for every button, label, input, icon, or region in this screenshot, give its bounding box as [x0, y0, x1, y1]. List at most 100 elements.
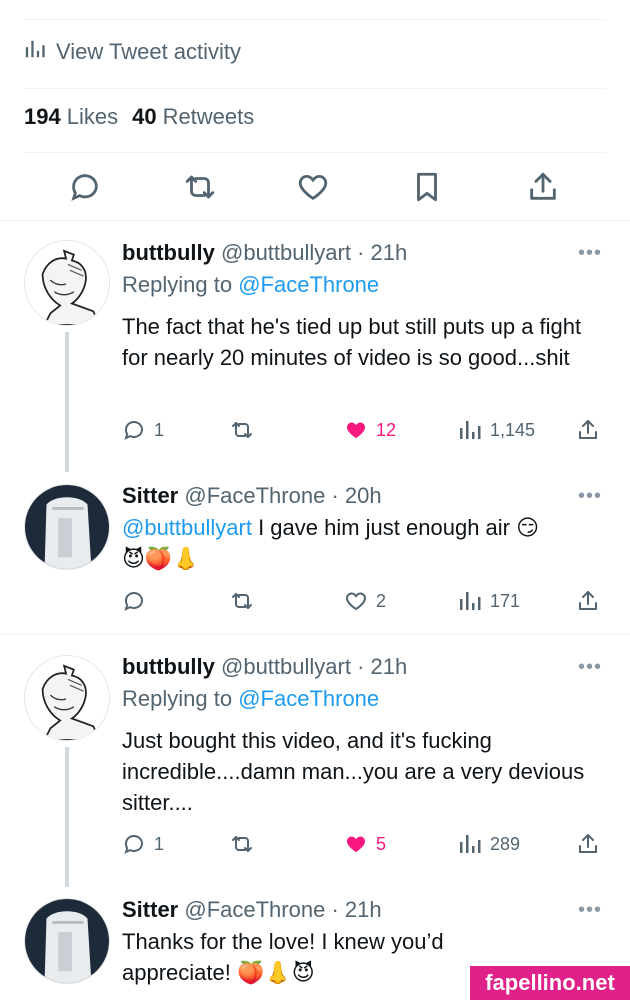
reply-icon	[124, 835, 143, 854]
display-name[interactable]: Sitter	[122, 897, 178, 922]
thread-line	[65, 747, 69, 887]
like-count: 5	[376, 833, 387, 854]
divider	[0, 220, 630, 221]
tweet-text: Just bought this video, and it's fucking…	[122, 728, 585, 815]
view-tweet-activity-link[interactable]: View Tweet activity	[24, 34, 241, 70]
avatar[interactable]	[24, 240, 110, 326]
retweet-button[interactable]	[230, 586, 254, 616]
heart-filled-icon	[346, 836, 366, 852]
thread-line	[65, 332, 69, 472]
retweet-icon	[232, 422, 252, 438]
likes-stat[interactable]: 194 Likes	[24, 104, 118, 130]
user-handle[interactable]: @buttbullyart	[221, 240, 351, 265]
divider	[24, 88, 606, 89]
views-button[interactable]: 289	[458, 829, 520, 859]
likes-label: Likes	[66, 104, 119, 129]
view-count: 1,145	[490, 419, 536, 440]
more-options-icon[interactable]: •••	[578, 242, 602, 265]
tweet-header: buttbully @buttbullyart · 21h	[122, 654, 407, 680]
like-button[interactable]: 2	[344, 586, 386, 616]
user-handle[interactable]: @buttbullyart	[221, 654, 351, 679]
reply-icon[interactable]	[68, 170, 102, 204]
timestamp[interactable]: · 20h	[331, 483, 381, 508]
share-button[interactable]	[576, 415, 600, 445]
heart-filled-icon	[346, 422, 366, 438]
replying-to: Replying to @FaceThrone	[122, 272, 379, 298]
share-button[interactable]	[576, 829, 600, 859]
replying-prefix: Replying to	[122, 686, 233, 711]
share-icon[interactable]	[526, 170, 560, 204]
replying-handle-link[interactable]: @FaceThrone	[238, 272, 379, 297]
tweet-text-line2: appreciate! 🍑👃😈	[122, 960, 315, 985]
avatar[interactable]	[24, 898, 110, 984]
more-options-icon[interactable]: •••	[578, 485, 602, 508]
display-name[interactable]: Sitter	[122, 483, 178, 508]
replying-handle-link[interactable]: @FaceThrone	[238, 686, 379, 711]
share-icon	[579, 420, 597, 439]
tweet-header: Sitter @FaceThrone · 21h	[122, 897, 382, 923]
heart-icon	[346, 592, 366, 611]
user-handle[interactable]: @FaceThrone	[184, 897, 325, 922]
share-button[interactable]	[576, 586, 600, 616]
like-button[interactable]: 12	[344, 415, 396, 445]
views-button[interactable]: 1,145	[458, 415, 535, 445]
reply-count: 1	[154, 833, 165, 854]
tweet-header: buttbully @buttbullyart · 21h	[122, 240, 407, 266]
tweet-action-bar: 2 171	[122, 586, 606, 616]
like-button[interactable]: 5	[344, 829, 386, 859]
timestamp[interactable]: · 21h	[357, 240, 407, 265]
view-count: 171	[490, 590, 521, 611]
tweet-action-bar: 1 5 289	[122, 829, 606, 859]
like-icon[interactable]	[296, 170, 330, 204]
reply-count: 1	[154, 419, 165, 440]
tweet-stats: 194 Likes 40 Retweets	[24, 104, 254, 130]
retweets-count: 40	[132, 104, 157, 129]
replying-to: Replying to @FaceThrone	[122, 686, 379, 712]
mention-link[interactable]: @buttbullyart	[122, 515, 252, 540]
analytics-icon	[460, 421, 481, 439]
retweet-icon	[232, 836, 252, 852]
user-handle[interactable]: @FaceThrone	[184, 483, 325, 508]
reply-icon	[124, 421, 143, 440]
reply-icon	[124, 592, 143, 611]
retweets-label: Retweets	[162, 104, 255, 129]
more-options-icon[interactable]: •••	[578, 656, 602, 679]
display-name[interactable]: buttbully	[122, 654, 215, 679]
reply-button[interactable]: 1	[122, 415, 164, 445]
watermark-logo: fapellino.net	[470, 966, 630, 1000]
analytics-icon	[460, 592, 481, 610]
retweet-button[interactable]	[230, 415, 254, 445]
tweet-action-bar	[0, 166, 630, 210]
retweets-stat[interactable]: 40 Retweets	[132, 104, 254, 130]
more-options-icon[interactable]: •••	[578, 899, 602, 922]
tweet-header: Sitter @FaceThrone · 20h	[122, 483, 382, 509]
bookmark-icon[interactable]	[410, 170, 444, 204]
tweet-text: The fact that he's tied up but still put…	[122, 314, 582, 370]
tweet-text-content: I gave him just enough air 😏	[251, 515, 540, 540]
reply-button[interactable]: 1	[122, 829, 164, 859]
avatar[interactable]	[24, 655, 110, 741]
tweet-text: @buttbullyart I gave him just enough air…	[122, 512, 596, 575]
activity-label: View Tweet activity	[56, 39, 242, 64]
tweet-action-bar: 1 12 1,145	[122, 415, 606, 445]
analytics-icon	[460, 835, 481, 853]
timestamp[interactable]: · 21h	[331, 897, 381, 922]
reply-button[interactable]	[122, 586, 146, 616]
view-count: 289	[490, 833, 521, 854]
tweet-text-line1: Thanks for the love! I knew you’d	[122, 929, 444, 954]
emoji-line: 😈🍑👃	[122, 547, 200, 572]
retweet-button[interactable]	[230, 829, 254, 859]
retweet-icon[interactable]	[183, 170, 217, 204]
avatar[interactable]	[24, 484, 110, 570]
display-name[interactable]: buttbully	[122, 240, 215, 265]
share-icon	[579, 591, 597, 610]
analytics-icon	[24, 38, 46, 66]
share-icon	[579, 834, 597, 853]
like-count: 12	[376, 419, 397, 440]
views-button[interactable]: 171	[458, 586, 520, 616]
divider	[24, 19, 606, 20]
timestamp[interactable]: · 21h	[357, 654, 407, 679]
replying-prefix: Replying to	[122, 272, 233, 297]
like-count: 2	[376, 590, 387, 611]
retweet-icon	[232, 593, 252, 609]
